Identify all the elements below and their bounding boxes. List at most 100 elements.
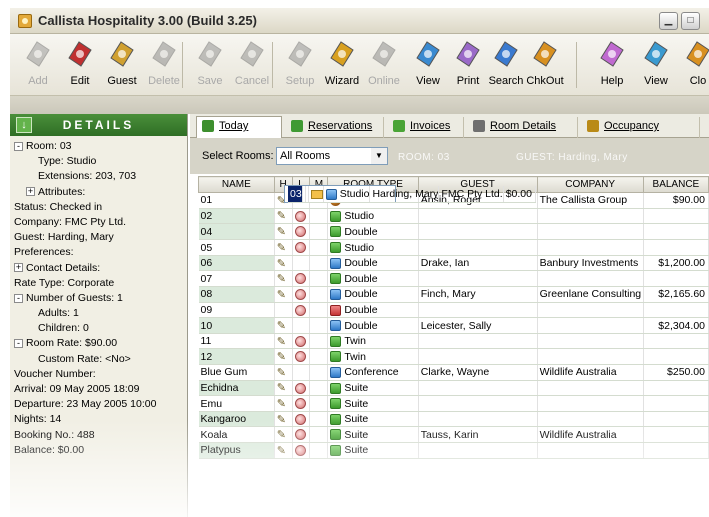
housekeeping-cell[interactable]: ✎: [274, 333, 293, 350]
table-row[interactable]: 12 ✎ Twin: [198, 348, 709, 366]
housekeeping-cell[interactable]: ✎: [274, 255, 293, 272]
table-row[interactable]: Emu ✎ Suite: [198, 395, 709, 412]
room-name-cell[interactable]: 01: [198, 192, 275, 209]
balance-cell[interactable]: [643, 348, 709, 366]
room-name-cell[interactable]: 02: [198, 208, 275, 225]
guest-cell[interactable]: Tauss, Karin: [418, 426, 538, 443]
housekeeping-cell[interactable]: ✎: [274, 426, 293, 443]
room-type-cell[interactable]: Twin: [327, 348, 419, 366]
balance-cell[interactable]: [643, 239, 709, 256]
details-item[interactable]: - Room Rate: $90.00: [10, 336, 187, 351]
room-type-cell[interactable]: Studio: [327, 208, 419, 225]
room-type-cell[interactable]: Suite: [327, 442, 419, 459]
laundry-cell[interactable]: [292, 442, 311, 459]
column-header[interactable]: COMPANY: [536, 176, 644, 193]
room-type-cell[interactable]: Double: [327, 302, 419, 319]
laundry-cell[interactable]: [292, 239, 311, 256]
toolbar-view-button[interactable]: View: [636, 38, 676, 94]
message-cell[interactable]: [309, 380, 329, 397]
housekeeping-cell[interactable]: ✎: [274, 395, 293, 412]
housekeeping-cell[interactable]: ✎: [274, 442, 293, 459]
room-type-cell[interactable]: Suite: [327, 426, 419, 443]
balance-cell[interactable]: [643, 426, 709, 443]
table-row[interactable]: Platypus ✎ Suite: [198, 442, 709, 459]
guest-cell[interactable]: [418, 395, 538, 412]
guest-cell[interactable]: [418, 208, 538, 225]
message-cell[interactable]: [309, 286, 329, 303]
laundry-cell[interactable]: [292, 380, 311, 397]
housekeeping-cell[interactable]: ✎: [274, 380, 293, 397]
laundry-cell[interactable]: [292, 348, 311, 366]
table-row[interactable]: 02 ✎ Studio: [198, 208, 709, 225]
room-type-cell[interactable]: Studio: [323, 186, 371, 203]
balance-cell[interactable]: $2,165.60: [643, 286, 709, 303]
company-cell[interactable]: [537, 395, 644, 412]
expand-icon[interactable]: +: [14, 263, 23, 273]
room-name-cell[interactable]: 10: [198, 317, 275, 334]
company-cell[interactable]: [537, 333, 644, 350]
room-name-cell[interactable]: Platypus: [198, 442, 275, 459]
tab-invoices[interactable]: Invoices: [388, 117, 464, 138]
message-cell[interactable]: [309, 208, 329, 225]
message-cell[interactable]: [309, 333, 329, 350]
balance-cell[interactable]: [643, 395, 709, 412]
room-type-cell[interactable]: Suite: [327, 380, 419, 397]
balance-cell[interactable]: [643, 333, 709, 350]
room-name-cell[interactable]: 11: [198, 333, 275, 350]
table-row[interactable]: 09 Double: [198, 302, 709, 319]
table-row[interactable]: 11 ✎ Twin: [198, 333, 709, 350]
housekeeping-cell[interactable]: [274, 302, 293, 319]
toolbar-delete-button[interactable]: Delete: [144, 38, 184, 94]
company-cell[interactable]: [537, 442, 644, 459]
details-item[interactable]: - Room: 03: [10, 139, 187, 154]
column-header[interactable]: BALANCE: [642, 176, 709, 193]
housekeeping-cell[interactable]: ✎: [274, 348, 293, 366]
guest-cell[interactable]: Harding, Mary: [369, 186, 440, 203]
table-row[interactable]: 05 ✎ Studio: [198, 239, 709, 256]
company-cell[interactable]: [537, 317, 644, 334]
message-cell[interactable]: [309, 442, 329, 459]
room-type-cell[interactable]: Double: [327, 224, 419, 241]
guest-cell[interactable]: [418, 411, 538, 428]
laundry-cell[interactable]: [292, 255, 311, 272]
guest-cell[interactable]: [418, 380, 538, 397]
company-cell[interactable]: [537, 270, 644, 288]
guest-cell[interactable]: [418, 270, 538, 288]
room-type-cell[interactable]: Conference: [327, 364, 419, 381]
tab-occupancy[interactable]: Occupancy: [582, 117, 700, 138]
laundry-cell[interactable]: [292, 224, 311, 241]
company-cell[interactable]: [537, 208, 644, 225]
housekeeping-cell[interactable]: ✎: [274, 208, 293, 225]
toolbar-add-button[interactable]: Add: [18, 38, 58, 94]
maximize-button[interactable]: □: [681, 12, 700, 30]
laundry-cell[interactable]: [292, 411, 311, 428]
toolbar-print-button[interactable]: Print: [448, 38, 488, 94]
company-cell[interactable]: Banbury Investments: [537, 255, 644, 272]
table-row[interactable]: 04 ✎ Double: [198, 224, 709, 241]
balance-cell[interactable]: $2,304.00: [643, 317, 709, 334]
toolbar-view-button[interactable]: View: [408, 38, 448, 94]
balance-cell[interactable]: [643, 380, 709, 397]
housekeeping-cell[interactable]: ✎: [274, 270, 293, 288]
message-cell[interactable]: [309, 317, 329, 334]
company-cell[interactable]: Wildlife Australia: [537, 426, 644, 443]
toolbar-save-button[interactable]: Save: [190, 38, 230, 94]
laundry-cell[interactable]: [292, 317, 311, 334]
details-item[interactable]: + Attributes:: [10, 185, 187, 200]
room-type-cell[interactable]: Double: [327, 270, 419, 288]
room-name-cell[interactable]: 07: [198, 270, 275, 288]
laundry-cell[interactable]: [292, 395, 311, 412]
company-cell[interactable]: [537, 380, 644, 397]
company-cell[interactable]: The Callista Group: [537, 192, 644, 209]
toolbar-edit-button[interactable]: Edit: [60, 38, 100, 94]
room-name-cell[interactable]: 03: [288, 186, 303, 203]
room-name-cell[interactable]: Kangaroo: [198, 411, 275, 428]
details-item[interactable]: + Contact Details:: [10, 261, 187, 276]
collapse-icon[interactable]: -: [14, 293, 23, 303]
table-row[interactable]: 08 ✎ Double Finch, Mary Greenlane Consulting…: [198, 286, 709, 303]
table-row[interactable]: 10 ✎ Double Leicester, Sally $2,304.00: [198, 317, 709, 334]
toolbar-search-button[interactable]: Search: [486, 38, 526, 94]
room-type-cell[interactable]: Double: [327, 286, 419, 303]
table-row[interactable]: 07 ✎ Double: [198, 270, 709, 288]
tab-room-details[interactable]: Room Details: [468, 117, 578, 138]
